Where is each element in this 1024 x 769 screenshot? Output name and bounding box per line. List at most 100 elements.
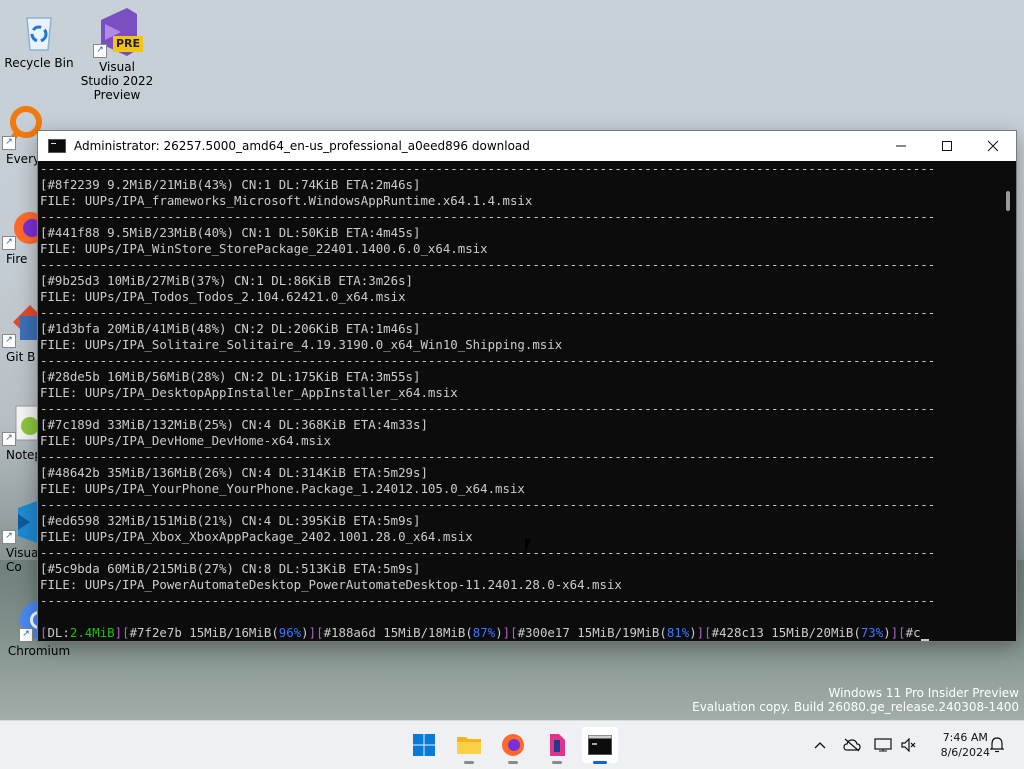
folder-icon <box>457 737 481 754</box>
taskbar-firefox[interactable] <box>495 727 531 764</box>
running-indicator <box>508 761 518 764</box>
progress-line: [#48642b 35MiB/136MiB(26%) CN:4 DL:314Ki… <box>40 465 428 480</box>
file-line: FILE: UUPs/IPA_DesktopAppInstaller_AppIn… <box>40 385 458 400</box>
shortcut-arrow-icon: ↗ <box>2 530 16 544</box>
app-icon <box>550 734 565 756</box>
desktop-icon-git-bash[interactable]: ↗ Git B <box>0 304 47 364</box>
active-indicator <box>593 761 607 764</box>
scrollbar-thumb[interactable] <box>1006 191 1010 211</box>
file-line: FILE: UUPs/IPA_Xbox_XboxAppPackage_2402.… <box>40 529 473 544</box>
separator-line: ----------------------------------------… <box>40 545 936 560</box>
status-item-size: 15MiB/16MiB <box>189 625 272 640</box>
running-indicator <box>552 761 562 764</box>
status-item-size: 15MiB/18MiB <box>383 625 466 640</box>
desktop-icon-label: Every <box>6 152 41 166</box>
show-hidden-icons-button[interactable] <box>808 721 832 769</box>
desktop-icon-label: Fire <box>6 252 28 266</box>
progress-line: [#7c189d 33MiB/132MiB(25%) CN:4 DL:368Ki… <box>40 417 428 432</box>
status-item-id: #188a6d <box>323 625 376 640</box>
desktop-icon-label: Git B <box>6 350 36 364</box>
progress-line: [#28de5b 16MiB/56MiB(28%) CN:2 DL:175KiB… <box>40 369 421 384</box>
progress-line: [#9b25d3 10MiB/27MiB(37%) CN:1 DL:86KiB … <box>40 273 413 288</box>
shortcut-arrow-icon: ↗ <box>93 44 107 58</box>
taskbar-file-explorer[interactable] <box>451 727 487 764</box>
console-lines: ----------------------------------------… <box>40 161 1000 625</box>
volume-tray-button[interactable] <box>898 721 920 769</box>
taskbar-clock[interactable]: 7:46 AM 8/6/2024 <box>941 730 990 760</box>
separator-line: ----------------------------------------… <box>40 449 936 464</box>
file-line: FILE: UUPs/IPA_Solitaire_Solitaire_4.19.… <box>40 337 563 352</box>
progress-line: [#441f88 9.5MiB/23MiB(40%) CN:1 DL:50KiB… <box>40 225 421 240</box>
minimize-button[interactable] <box>878 131 924 161</box>
desktop-icon-vscode[interactable]: ↗ Visual Co <box>0 500 42 574</box>
status-items: [#7f2e7b 15MiB/16MiB(96%)][#188a6d 15MiB… <box>122 625 898 640</box>
status-tail: #c <box>905 625 921 640</box>
separator-line: ----------------------------------------… <box>40 257 936 272</box>
maximize-button[interactable] <box>924 131 970 161</box>
clock-time: 7:46 AM <box>942 731 988 744</box>
download-status-line: [DL:2.4MiB][#7f2e7b 15MiB/16MiB(96%)][#1… <box>40 625 1000 641</box>
network-icon <box>874 738 892 752</box>
dl-value: 2.4MiB <box>69 625 115 640</box>
desktop-icon-label: Chromium <box>7 644 71 658</box>
notifications-button[interactable] <box>986 721 1008 769</box>
start-button[interactable] <box>406 727 442 763</box>
clock-date: 8/6/2024 <box>940 746 990 759</box>
separator-line: ----------------------------------------… <box>40 593 936 608</box>
status-item: [#300e17 15MiB/19MiB(81%)] <box>510 625 705 640</box>
dl-label: DL: <box>47 625 70 640</box>
taskbar-terminal[interactable] <box>582 727 618 764</box>
desktop-icon-everything[interactable]: ↗ Every <box>0 106 42 166</box>
minimize-icon <box>896 145 906 147</box>
file-line: FILE: UUPs/IPA_YourPhone_YourPhone.Packa… <box>40 481 525 496</box>
status-item-size: 15MiB/20MiB <box>771 625 854 640</box>
desktop-icon-firefox[interactable]: ↗ Fire <box>0 206 46 266</box>
console-scrollbar[interactable] <box>998 161 1016 641</box>
separator-line: ----------------------------------------… <box>40 305 936 320</box>
bell-icon <box>990 737 1004 753</box>
file-line: FILE: UUPs/IPA_frameworks_Microsoft.Wind… <box>40 193 533 208</box>
taskbar: 7:46 AM 8/6/2024 <box>0 720 1024 769</box>
firefox-icon <box>502 734 524 756</box>
shortcut-arrow-icon: ↗ <box>2 136 16 150</box>
running-indicator <box>464 761 474 764</box>
desktop-icon-recycle-bin[interactable]: Recycle Bin <box>1 10 77 70</box>
network-tray-button[interactable] <box>872 721 894 769</box>
watermark-edition: Windows 11 Pro Insider Preview <box>828 686 1019 700</box>
shortcut-arrow-icon: ↗ <box>2 236 16 250</box>
text-cursor <box>920 639 929 641</box>
desktop-icon-notepad[interactable]: ↗ Notep <box>0 402 43 462</box>
desktop-icon-visual-studio[interactable]: PRE ↗ Visual Studio 2022 Preview <box>79 6 155 102</box>
chevron-up-icon <box>814 742 826 749</box>
close-icon <box>987 140 999 152</box>
visual-studio-icon: PRE ↗ <box>91 6 143 58</box>
file-line: FILE: UUPs/IPA_DevHome_DevHome-x64.msix <box>40 433 331 448</box>
onedrive-tray-button[interactable] <box>840 721 864 769</box>
status-item-size: 15MiB/19MiB <box>577 625 660 640</box>
progress-line: [#5c9bda 60MiB/215MiB(27%) CN:8 DL:513Ki… <box>40 561 421 576</box>
mouse-pointer-icon <box>525 539 531 553</box>
progress-line: [#ed6598 32MiB/151MiB(21%) CN:4 DL:395Ki… <box>40 513 421 528</box>
window-titlebar[interactable]: Administrator: 26257.5000_amd64_en-us_pr… <box>38 131 1016 161</box>
console-output[interactable]: ----------------------------------------… <box>38 161 1000 641</box>
status-item-percent: 73% <box>860 625 884 640</box>
taskbar-app[interactable] <box>539 727 575 764</box>
window-title: Administrator: 26257.5000_amd64_en-us_pr… <box>74 139 530 153</box>
console-app-icon <box>48 139 66 153</box>
cloud-off-icon <box>843 738 861 752</box>
watermark-build: Evaluation copy. Build 26080.ge_release.… <box>692 700 1019 714</box>
terminal-icon <box>588 735 612 755</box>
status-item-percent: 96% <box>278 625 302 640</box>
close-button[interactable] <box>970 131 1016 161</box>
shortcut-arrow-icon: ↗ <box>19 628 33 642</box>
desktop-icon-label: Notep <box>6 448 43 462</box>
separator-line: ----------------------------------------… <box>40 353 936 368</box>
status-item-id: #428c13 <box>711 625 764 640</box>
status-item-id: #7f2e7b <box>129 625 182 640</box>
desktop-icon-label: Visual Studio 2022 Preview <box>80 60 154 102</box>
file-line: FILE: UUPs/IPA_WinStore_StorePackage_224… <box>40 241 488 256</box>
console-window[interactable]: Administrator: 26257.5000_amd64_en-us_pr… <box>38 131 1016 641</box>
file-line: FILE: UUPs/IPA_Todos_Todos_2.104.62421.0… <box>40 289 406 304</box>
window-controls <box>878 131 1016 161</box>
